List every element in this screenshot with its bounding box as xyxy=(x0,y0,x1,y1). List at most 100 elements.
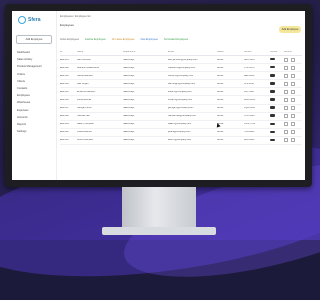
monitor-base xyxy=(102,227,216,235)
edit-icon[interactable] xyxy=(284,57,288,62)
table-cell: Sales Dept xyxy=(123,58,135,61)
table-row[interactable]: EMP007 George Harris Sales Dept george.h@co… xyxy=(60,105,302,113)
table-cell: julia.a@company.com xyxy=(168,131,191,134)
main-content: Employees / Employee list Employees Add … xyxy=(57,11,305,180)
table-row[interactable]: EMP002 Brandon Williamsmith Sales Dept bran… xyxy=(60,64,302,73)
sidebar-item[interactable]: Orders xyxy=(15,71,53,78)
table-cell: EMP002 xyxy=(60,66,69,69)
vehicle-cell xyxy=(270,90,284,94)
sidebar-item[interactable]: Expenses xyxy=(15,107,53,114)
sidebar-item[interactable]: Contacts xyxy=(15,85,53,92)
table-cell: Sales Dept xyxy=(123,99,135,102)
table-cell: EMP010 xyxy=(60,131,69,134)
sidebar-item[interactable]: Dashboard xyxy=(15,49,53,56)
sidebar-item[interactable]: Settings xyxy=(15,128,53,135)
edit-icon[interactable] xyxy=(284,73,288,78)
table-cell: Julia Anderson xyxy=(77,131,93,134)
table-cell: Hannah Lee xyxy=(77,115,90,118)
sidebar-item[interactable]: Reports xyxy=(15,121,53,128)
tab-active[interactable]: Active Employees xyxy=(60,38,79,41)
delete-icon[interactable] xyxy=(291,57,295,62)
tab-inactive[interactable]: Inactive Employees xyxy=(85,38,106,41)
table-row[interactable]: EMP003 Carlos Martinez Sales Dept carlos.m@… xyxy=(60,72,302,81)
table-cell: Ethan Richardson xyxy=(77,90,96,93)
column-header[interactable]: Vehicle xyxy=(244,51,270,53)
sidebar-item[interactable]: Sales Activity xyxy=(15,56,53,63)
column-header[interactable]: ID xyxy=(60,51,77,53)
table-cell: MNO-1122 xyxy=(244,99,256,102)
table-row[interactable]: EMP004 Dan Wright Sales Dept dan.wright@com… xyxy=(60,80,302,89)
delete-icon[interactable] xyxy=(291,89,295,94)
delete-icon[interactable] xyxy=(291,73,295,78)
delete-icon[interactable] xyxy=(291,138,295,143)
sidebar-item[interactable]: Product Management xyxy=(15,63,53,70)
edit-icon[interactable] xyxy=(284,122,288,127)
table-cell: fiona.m@company.com xyxy=(168,99,192,102)
delete-icon[interactable] xyxy=(291,65,295,70)
vehicle-cell xyxy=(270,65,284,70)
column-header[interactable]: Vehicle xyxy=(270,51,284,53)
table-cell: Active xyxy=(217,139,224,142)
table-row[interactable]: EMP008 Hannah Lee Sales Dept hannah.lee@com… xyxy=(60,113,302,121)
vehicle-cell xyxy=(270,57,284,62)
table-row[interactable]: EMP009 Isaac Thompson Sales Dept isaac.t@co… xyxy=(60,121,302,129)
delete-icon[interactable] xyxy=(291,114,295,119)
column-header[interactable]: Status xyxy=(217,51,244,53)
monitor-screen: Sfera Add Employee Dashboard Sales Activ… xyxy=(12,11,305,180)
delete-icon[interactable] xyxy=(291,81,295,86)
table-cell: Sales Dept xyxy=(123,82,135,85)
edit-icon[interactable] xyxy=(284,65,288,70)
edit-icon[interactable] xyxy=(284,114,288,119)
car-icon xyxy=(270,130,275,134)
edit-icon[interactable] xyxy=(284,106,288,111)
edit-icon[interactable] xyxy=(284,138,288,143)
table-cell: Sales Dept xyxy=(123,74,135,77)
table-cell: DEF-9012 xyxy=(244,74,255,77)
table-row[interactable]: EMP006 Fiona Mitchell Sales Dept fiona.m@co… xyxy=(60,96,302,105)
table-row[interactable]: EMP001 Alex Johnson Sales Dept alex.johnson… xyxy=(60,56,302,65)
table-cell: carlos.m@company.com xyxy=(168,74,194,77)
app-logo[interactable]: Sfera xyxy=(18,15,52,25)
column-header[interactable]: Name xyxy=(77,51,123,53)
tab-on-leave[interactable]: On Leave Employees xyxy=(112,38,135,41)
sidebar-item[interactable]: Employees xyxy=(15,92,53,99)
table-cell: Kevin Robinson xyxy=(77,139,94,142)
sidebar-item[interactable]: Clients xyxy=(15,78,53,85)
car-icon xyxy=(270,98,275,101)
table-cell: Alex Johnson xyxy=(77,58,91,61)
table-row[interactable]: EMP011 Kevin Robinson Sales Dept kevin.r@co… xyxy=(60,137,302,146)
table-row[interactable]: EMP010 Julia Anderson Sales Dept julia.a@co… xyxy=(60,129,302,137)
edit-icon[interactable] xyxy=(284,81,288,86)
delete-icon[interactable] xyxy=(291,106,295,111)
column-header[interactable]: Department xyxy=(123,51,168,53)
table-cell: EMP011 xyxy=(60,139,69,142)
edit-icon[interactable] xyxy=(284,98,288,103)
edit-icon[interactable] xyxy=(284,89,288,94)
monitor-stand xyxy=(122,187,196,229)
table-row[interactable]: EMP005 Ethan Richardson Sales Dept ethan.r@… xyxy=(60,88,302,97)
delete-icon[interactable] xyxy=(291,122,295,127)
sidebar-item[interactable]: Accounts xyxy=(15,114,53,121)
tab-terminated[interactable]: Terminated Employees xyxy=(164,38,188,41)
filter-tabs: Active Employees Inactive Employees On L… xyxy=(60,38,188,41)
add-employee-button[interactable]: Add Employee xyxy=(279,26,301,33)
table-cell: GHI-3456 xyxy=(244,82,254,85)
vehicle-cell xyxy=(270,106,284,110)
sidebar-item[interactable]: Warehouse xyxy=(15,99,53,106)
table-body: EMP001 Alex Johnson Sales Dept alex.johnson… xyxy=(60,56,302,146)
table-cell: ABC-1234 xyxy=(244,58,255,61)
sidebar-menu: Dashboard Sales Activity Product Managem… xyxy=(15,49,53,135)
car-icon xyxy=(270,82,275,85)
delete-icon[interactable] xyxy=(291,130,295,135)
page-subtitle: Employees xyxy=(60,23,74,27)
tab-new[interactable]: New Employees xyxy=(141,38,158,41)
car-icon xyxy=(270,138,275,142)
sidebar-primary-button[interactable]: Add Employee xyxy=(16,35,52,44)
delete-icon[interactable] xyxy=(291,98,295,103)
table-cell: Sales Dept xyxy=(123,107,135,110)
table-cell: STU-5566 xyxy=(244,115,255,118)
table-cell: alex.johnson@company.com xyxy=(168,58,198,61)
logo-icon xyxy=(18,16,26,24)
edit-icon[interactable] xyxy=(284,130,288,135)
column-header[interactable]: Email xyxy=(168,51,217,53)
